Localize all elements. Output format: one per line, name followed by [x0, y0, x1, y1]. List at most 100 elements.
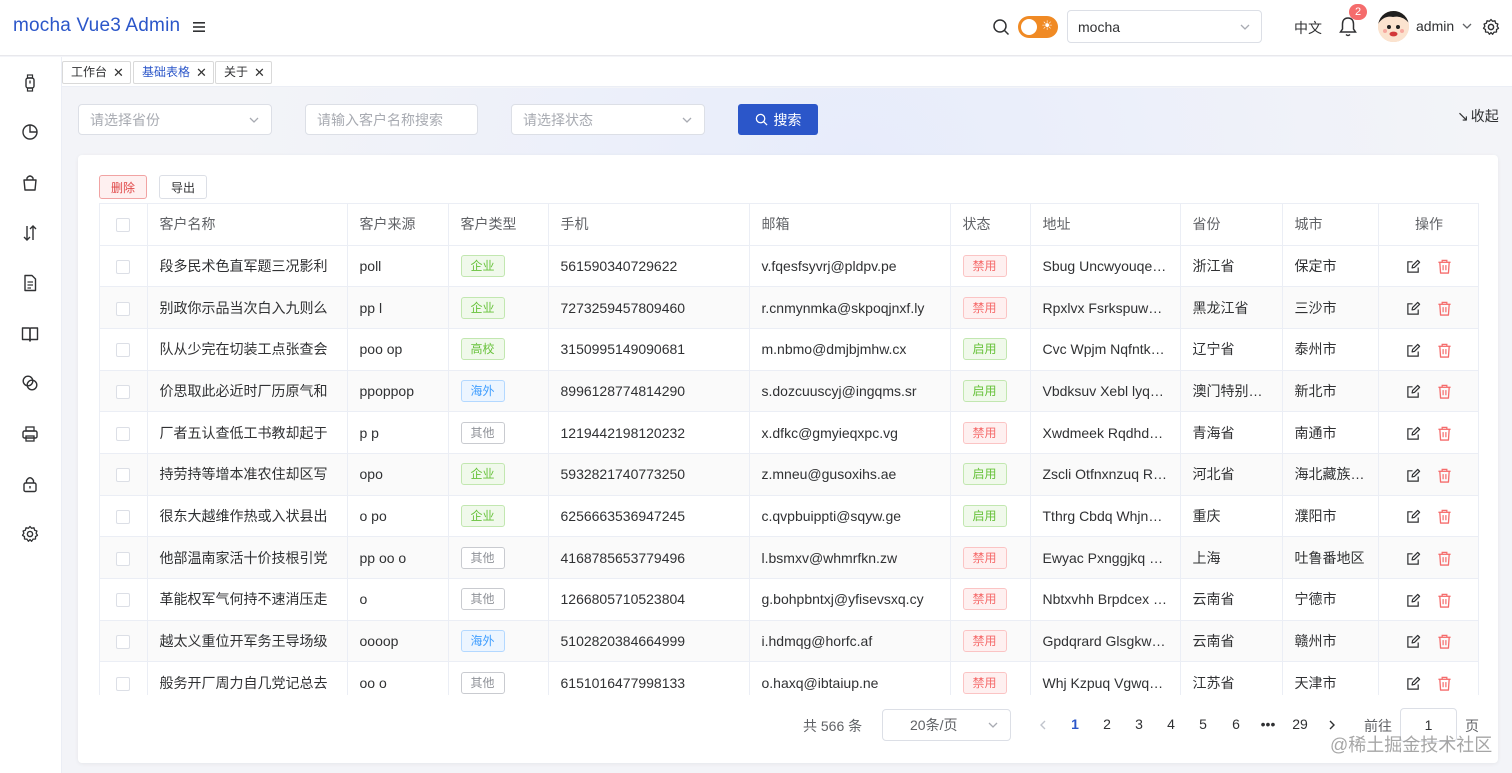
row-checkbox[interactable]: [116, 551, 131, 566]
delete-icon[interactable]: [1437, 676, 1452, 691]
export-button[interactable]: 导出: [159, 175, 207, 199]
delete-icon[interactable]: [1437, 259, 1452, 274]
customer-name-cell: 别政你示品当次白入九则么: [147, 286, 348, 329]
edit-icon[interactable]: [1406, 301, 1421, 316]
page-number[interactable]: 1: [1063, 716, 1087, 732]
page-number[interactable]: 6: [1224, 716, 1248, 732]
province-select[interactable]: 请选择省份: [78, 104, 272, 135]
page-number[interactable]: 5: [1191, 716, 1215, 732]
delete-icon[interactable]: [1437, 343, 1452, 358]
delete-icon[interactable]: [1437, 634, 1452, 650]
row-checkbox[interactable]: [116, 593, 131, 608]
chevron-down-icon[interactable]: [1461, 20, 1473, 32]
customer-name-search-input[interactable]: [305, 104, 478, 135]
row-checkbox[interactable]: [116, 301, 131, 316]
page-more[interactable]: •••: [1256, 716, 1280, 732]
email-cell: s.dozcuuscyj@ingqms.sr: [749, 370, 951, 413]
delete-icon[interactable]: [1437, 593, 1452, 608]
delete-icon[interactable]: [1437, 551, 1452, 566]
row-checkbox[interactable]: [116, 385, 131, 400]
row-checkbox[interactable]: [116, 510, 131, 525]
close-icon[interactable]: ✕: [196, 62, 207, 83]
source-cell: o po: [347, 495, 449, 538]
page-number[interactable]: 3: [1127, 716, 1151, 732]
tag-about[interactable]: 关于 ✕: [215, 61, 272, 84]
delete-icon[interactable]: [1437, 301, 1452, 316]
book-icon[interactable]: [21, 325, 39, 343]
settings-icon[interactable]: [21, 525, 39, 543]
gear-icon[interactable]: [1482, 18, 1500, 36]
chevron-down-icon: [682, 117, 692, 123]
row-select-cell: [100, 328, 148, 371]
province-cell: 云南省: [1180, 578, 1283, 621]
edit-icon[interactable]: [1406, 426, 1421, 441]
avatar[interactable]: [1378, 11, 1409, 42]
page-number[interactable]: 4: [1159, 716, 1183, 732]
link-icon[interactable]: [21, 374, 39, 392]
email-cell: v.fqesfsyvrj@pldpv.pe: [749, 245, 951, 288]
tag-label: 基础表格: [142, 65, 191, 79]
row-checkbox[interactable]: [116, 259, 131, 274]
edit-icon[interactable]: [1406, 259, 1421, 274]
chevron-right-icon[interactable]: [1326, 719, 1338, 731]
row-checkbox[interactable]: [116, 635, 131, 650]
page-number[interactable]: 2: [1095, 716, 1119, 732]
address-cell: Whj Kzpuq Vgwqe Street: [1030, 661, 1181, 695]
edit-icon[interactable]: [1406, 384, 1421, 399]
language-switch[interactable]: 中文: [1294, 18, 1322, 38]
app-logo[interactable]: mocha Vue3 Admin: [13, 15, 180, 37]
project-select[interactable]: mocha: [1067, 10, 1262, 43]
row-checkbox[interactable]: [116, 676, 131, 691]
edit-icon[interactable]: [1406, 509, 1421, 524]
phone-cell: 4168785653779496: [548, 536, 750, 579]
document-icon[interactable]: [21, 274, 39, 292]
search-icon[interactable]: [992, 18, 1010, 36]
page-size-select[interactable]: 20条/页: [882, 709, 1011, 741]
close-icon[interactable]: ✕: [254, 62, 265, 83]
edit-icon[interactable]: [1406, 343, 1421, 358]
edit-icon[interactable]: [1406, 634, 1421, 649]
address-cell: Ewyac Pxnggjkq Street: [1030, 536, 1181, 579]
column-header: 客户类型: [448, 204, 549, 246]
menu-toggle-icon[interactable]: [191, 19, 207, 35]
email-cell: m.nbmo@dmjbjmhw.cx: [749, 328, 951, 371]
status-cell: 禁用: [950, 411, 1031, 454]
chevron-left-icon[interactable]: [1037, 719, 1049, 731]
status-badge: 禁用: [962, 546, 1007, 569]
tag-workbench[interactable]: 工作台 ✕: [62, 61, 131, 84]
sort-icon[interactable]: [21, 224, 39, 242]
row-checkbox[interactable]: [116, 426, 131, 441]
page-number[interactable]: 29: [1288, 716, 1312, 732]
close-icon[interactable]: ✕: [113, 62, 124, 83]
status-select[interactable]: 请选择状态: [511, 104, 705, 135]
row-checkbox[interactable]: [116, 343, 131, 358]
printer-icon[interactable]: [21, 425, 39, 443]
edit-icon[interactable]: [1406, 593, 1421, 608]
row-checkbox[interactable]: [116, 468, 131, 483]
collapse-filter-link[interactable]: ↘ 收起: [1457, 106, 1499, 126]
table-row: 他部温南家活十价技根引党 pp oo o 其他 4168785653779496 l.b…: [100, 536, 1478, 579]
source-cell: o: [347, 578, 449, 621]
status-badge: 禁用: [962, 630, 1007, 653]
actions-cell: [1377, 536, 1478, 579]
delete-button[interactable]: 删除: [99, 175, 147, 199]
watch-icon[interactable]: [21, 74, 39, 92]
edit-icon[interactable]: [1406, 468, 1421, 483]
shopping-bag-icon[interactable]: [21, 174, 39, 192]
theme-toggle[interactable]: ☀: [1018, 16, 1058, 38]
edit-icon[interactable]: [1406, 676, 1421, 691]
type-badge: 企业: [460, 504, 505, 527]
delete-icon[interactable]: [1437, 426, 1452, 441]
edit-icon[interactable]: [1406, 551, 1421, 566]
customer-name-cell: 价思取此必近时厂历原气和: [147, 370, 348, 413]
tag-basic-table[interactable]: 基础表格 ✕: [133, 61, 214, 84]
delete-icon[interactable]: [1437, 509, 1452, 525]
select-all-checkbox[interactable]: [116, 218, 131, 233]
lock-icon[interactable]: [21, 475, 39, 493]
pagination-total: 共 566 条: [803, 718, 863, 734]
pie-chart-icon[interactable]: [21, 123, 39, 141]
search-button[interactable]: 搜索: [738, 104, 818, 135]
username[interactable]: admin: [1416, 18, 1454, 34]
delete-icon[interactable]: [1437, 468, 1452, 483]
delete-icon[interactable]: [1437, 384, 1452, 400]
